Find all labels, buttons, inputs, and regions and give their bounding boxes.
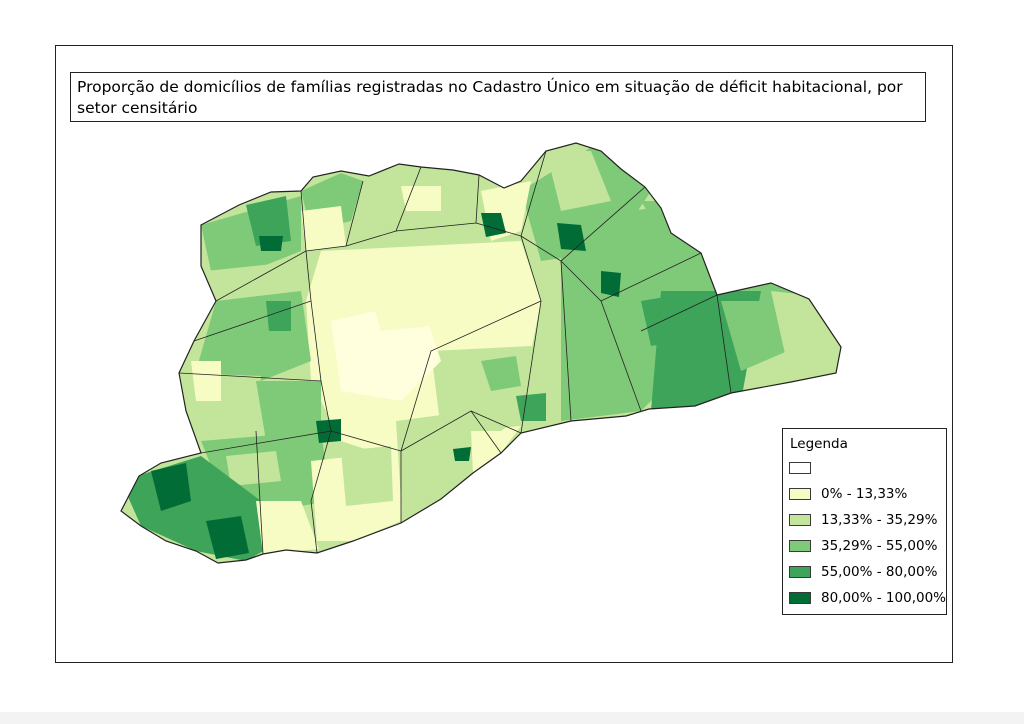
legend-swatch <box>789 488 811 500</box>
legend-item-class-5: 80,00% - 100,00% <box>789 590 946 606</box>
legend-swatch <box>789 540 811 552</box>
map-title: Proporção de domicílios de famílias regi… <box>77 78 903 117</box>
map-frame: Proporção de domicílios de famílias regi… <box>55 45 953 663</box>
legend-item-class-4: 55,00% - 80,00% <box>789 564 937 580</box>
legend-swatch <box>789 462 811 474</box>
page-bottom-strip <box>0 712 1024 724</box>
legend-title: Legenda <box>790 436 848 452</box>
legend-label: 55,00% - 80,00% <box>821 564 938 580</box>
legend-item-blank <box>789 460 821 476</box>
legend-item-class-2: 13,33% - 35,29% <box>789 512 937 528</box>
legend-label: 35,29% - 55,00% <box>821 538 938 554</box>
legend-label: 0% - 13,33% <box>821 486 908 502</box>
legend-item-class-1: 0% - 13,33% <box>789 486 907 502</box>
census-tract-shading <box>121 143 841 563</box>
legend-item-class-3: 35,29% - 55,00% <box>789 538 937 554</box>
legend-box: Legenda 0% - 13,33% 13,33% - 35,29% 35,2… <box>782 428 947 615</box>
legend-label: 80,00% - 100,00% <box>821 590 946 606</box>
legend-swatch <box>789 592 811 604</box>
legend-label: 13,33% - 35,29% <box>821 512 938 528</box>
legend-swatch <box>789 566 811 578</box>
legend-swatch <box>789 514 811 526</box>
map-title-box: Proporção de domicílios de famílias regi… <box>70 72 926 122</box>
